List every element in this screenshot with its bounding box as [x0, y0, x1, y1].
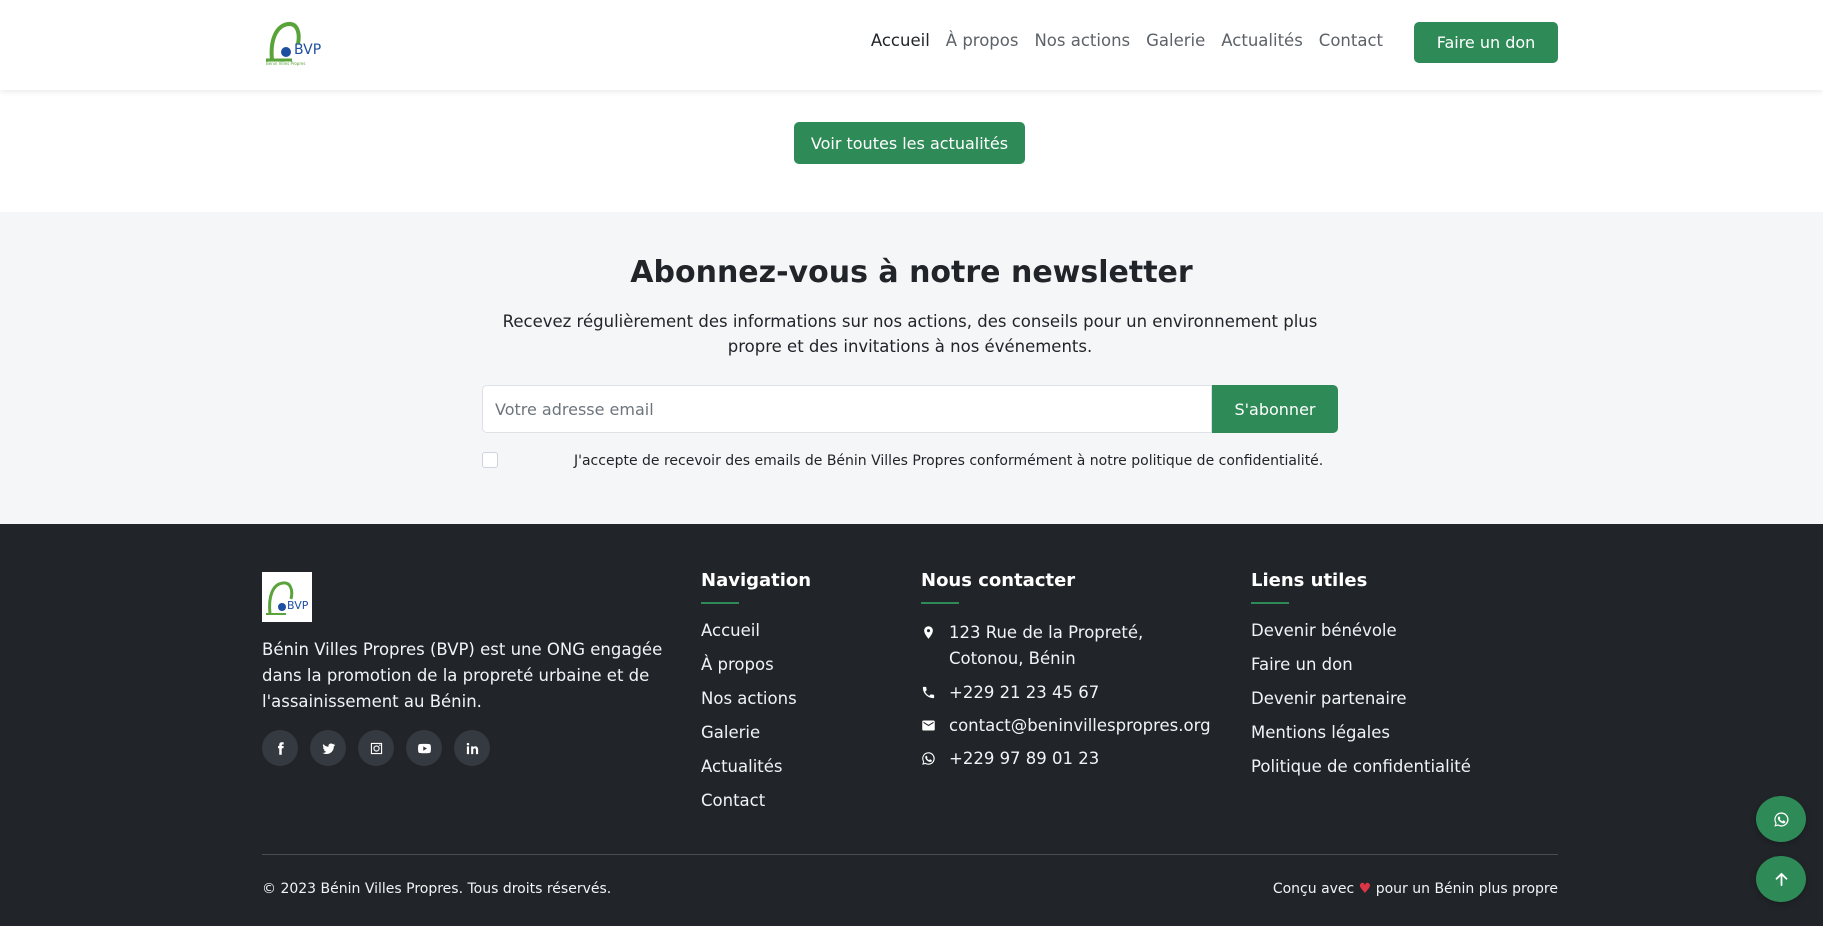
footer-about: Bénin Villes Propres (BVP) est une ONG e…	[262, 640, 663, 711]
arrow-up-icon	[1775, 872, 1787, 886]
made-with-text: Conçu avec ♥ pour un Bénin plus propre	[1273, 881, 1558, 897]
copyright-text: © 2023 Bénin Villes Propres. Tous droits…	[262, 881, 612, 897]
address-text: 123 Rue de la Propreté, Cotonou, Bénin	[949, 623, 1144, 668]
nav-galerie[interactable]: Galerie	[1138, 30, 1213, 52]
map-marker-icon	[924, 626, 933, 639]
footer-divider	[262, 854, 1558, 855]
whatsapp-text[interactable]: +229 97 89 01 23	[949, 746, 1099, 772]
envelope-icon	[922, 720, 935, 731]
email-text[interactable]: contact@beninvillespropres.org	[949, 713, 1211, 739]
site-footer: BVP Bénin Villes Propres (BVP) est une O…	[0, 524, 1823, 926]
linkedin-icon[interactable]	[454, 730, 490, 766]
facebook-icon[interactable]	[262, 730, 298, 766]
nav-actualites[interactable]: Actualités	[1213, 30, 1311, 52]
whatsapp-icon	[922, 752, 935, 765]
nav-accueil[interactable]: Accueil	[863, 30, 938, 52]
made-prefix: Conçu avec	[1272, 881, 1355, 897]
youtube-icon[interactable]	[406, 730, 442, 766]
footer-logo[interactable]: BVP	[262, 572, 312, 622]
nav-nos-actions[interactable]: Nos actions	[1026, 30, 1138, 52]
footer-nav-title: Navigation	[701, 570, 812, 604]
newsletter-title: Abonnez-vous à notre newsletter	[630, 255, 1193, 290]
instagram-icon[interactable]	[358, 730, 394, 766]
footer-link-galerie[interactable]: Galerie	[701, 723, 760, 742]
list-item: Contact	[701, 790, 797, 812]
contact-address: 123 Rue de la Propreté, Cotonou, Bénin	[921, 620, 1211, 672]
whatsapp-icon	[1773, 811, 1789, 827]
contact-email: contact@beninvillespropres.org	[921, 713, 1211, 739]
footer-link-nos-actions[interactable]: Nos actions	[701, 689, 797, 708]
svg-text:BVP: BVP	[294, 42, 321, 58]
list-item: Actualités	[701, 756, 797, 778]
newsletter-email-input[interactable]	[482, 385, 1212, 433]
list-item: Politique de confidentialité	[1251, 756, 1471, 778]
heart-icon: ♥	[1358, 881, 1372, 897]
footer-link-accueil[interactable]: Accueil	[701, 621, 760, 640]
bvp-logo[interactable]: BVP Bénin Villes Propres	[262, 20, 328, 66]
footer-link-confidentialite[interactable]: Politique de confidentialité	[1251, 757, 1471, 776]
contact-whatsapp: +229 97 89 01 23	[921, 746, 1099, 772]
contact-phone: +229 21 23 45 67	[921, 680, 1099, 706]
list-item: Devenir bénévole	[1251, 620, 1471, 642]
nav-contact[interactable]: Contact	[1311, 30, 1391, 52]
footer-link-a-propos[interactable]: À propos	[701, 655, 774, 674]
footer-link-contact[interactable]: Contact	[701, 791, 765, 810]
phone-icon	[922, 686, 935, 699]
footer-link-actualites[interactable]: Actualités	[701, 757, 783, 776]
footer-link-don[interactable]: Faire un don	[1251, 655, 1353, 674]
footer-useful-list: Devenir bénévole Faire un don Devenir pa…	[1251, 620, 1471, 790]
footer-link-mentions[interactable]: Mentions légales	[1251, 723, 1390, 742]
list-item: Accueil	[701, 620, 797, 642]
consent-label: J'accepte de recevoir des emails de Béni…	[574, 453, 1324, 469]
phone-text[interactable]: +229 21 23 45 67	[949, 680, 1099, 706]
social-links	[262, 730, 490, 766]
main-nav: Accueil À propos Nos actions Galerie Act…	[863, 30, 1391, 52]
svg-text:BVP: BVP	[287, 599, 309, 612]
nav-a-propos[interactable]: À propos	[938, 30, 1027, 52]
whatsapp-float-button[interactable]	[1756, 796, 1806, 842]
made-suffix: pour un Bénin plus propre	[1375, 881, 1558, 897]
footer-link-partenaire[interactable]: Devenir partenaire	[1251, 689, 1407, 708]
back-to-top-button[interactable]	[1756, 856, 1806, 902]
newsletter-description: Recevez régulièrement des informations s…	[502, 312, 1318, 356]
svg-text:Bénin Villes Propres: Bénin Villes Propres	[266, 61, 305, 66]
footer-link-benevole[interactable]: Devenir bénévole	[1251, 621, 1397, 640]
footer-nav-list: Accueil À propos Nos actions Galerie Act…	[701, 620, 797, 824]
footer-contact-title: Nous contacter	[921, 570, 1076, 604]
list-item: Devenir partenaire	[1251, 688, 1471, 710]
footer-useful-title: Liens utiles	[1251, 570, 1368, 604]
twitter-icon[interactable]	[310, 730, 346, 766]
list-item: À propos	[701, 654, 797, 676]
all-news-button[interactable]: Voir toutes les actualités	[794, 122, 1025, 164]
list-item: Galerie	[701, 722, 797, 744]
donate-button[interactable]: Faire un don	[1414, 22, 1558, 63]
subscribe-button[interactable]: S'abonner	[1212, 385, 1338, 433]
list-item: Faire un don	[1251, 654, 1471, 676]
consent-checkbox[interactable]	[482, 452, 498, 468]
list-item: Mentions légales	[1251, 722, 1471, 744]
site-header: BVP Bénin Villes Propres Accueil À propo…	[0, 0, 1823, 90]
list-item: Nos actions	[701, 688, 797, 710]
newsletter-section: Abonnez-vous à notre newsletter Recevez …	[0, 212, 1823, 524]
